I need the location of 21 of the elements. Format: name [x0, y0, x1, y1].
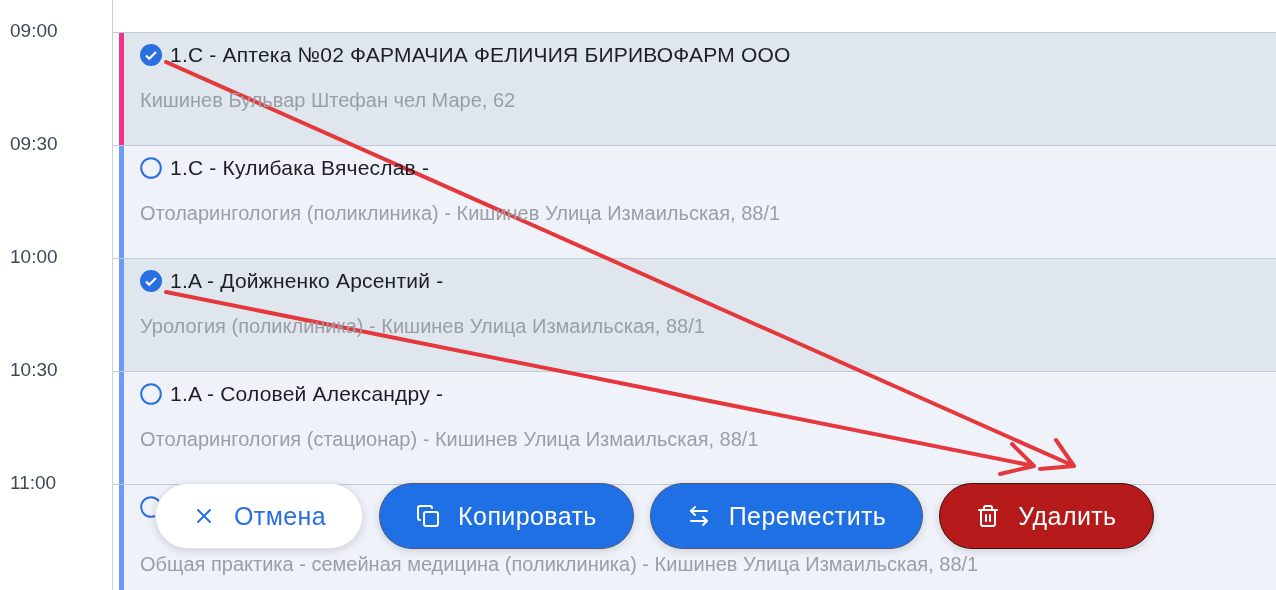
empty-circle-icon[interactable]	[140, 383, 162, 405]
appointment-title: 1.A - Дойжненко Арсентий -	[170, 269, 444, 293]
appointment-details: Отоларингология (стационар) - Кишинев Улица Измаильская, 88/1	[140, 428, 760, 451]
appointment-details: Общая практика - семейная медицина (поликлиника) - Кишинев Улица Измаильская, 88/1	[140, 553, 980, 576]
move-button[interactable]: Переместить	[649, 483, 924, 549]
time-label: 11:00	[10, 472, 57, 493]
time-label: 09:00	[10, 20, 58, 41]
appointment-title: 1.A - Соловей Александру -	[170, 382, 444, 406]
checked-circle-icon[interactable]	[140, 270, 162, 292]
copy-icon	[416, 504, 441, 528]
delete-button[interactable]: Удалить	[939, 483, 1154, 549]
empty-circle-icon[interactable]	[140, 157, 162, 179]
copy-button[interactable]: Копировать	[379, 483, 634, 549]
cancel-button[interactable]: Отмена	[155, 483, 364, 549]
time-label: 10:00	[10, 246, 58, 267]
appointment-title: 1.C - Аптека №02 ФАРМАЧИА ФЕЛИЧИЯ БИРИВОФАРМ ООО	[170, 43, 791, 67]
appointment-card[interactable]: 1.A - Соловей Александру - Отоларингология (стационар) - Кишинев Улица Измаильская, 88/1	[119, 372, 1276, 484]
trash-icon	[976, 504, 1001, 528]
checked-circle-icon[interactable]	[140, 44, 162, 66]
time-label: 09:30	[10, 133, 58, 154]
time-label: 10:30	[10, 359, 58, 380]
